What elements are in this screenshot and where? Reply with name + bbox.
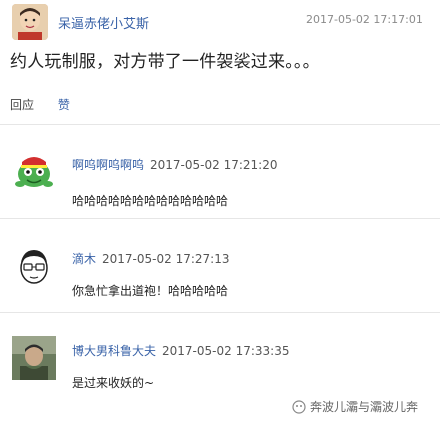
comment-item: 啊呜啊呜啊呜 2017-05-02 17:21:20 哈哈哈哈哈哈哈哈哈哈哈哈哈 bbox=[0, 140, 440, 210]
comment-timestamp: 2017-05-02 17:27:13 bbox=[102, 252, 230, 266]
comment-timestamp: 2017-05-02 17:33:35 bbox=[162, 344, 290, 358]
author-username[interactable]: 呆逼赤佬小艾斯 bbox=[58, 13, 149, 32]
comment-text: 哈哈哈哈哈哈哈哈哈哈哈哈哈 bbox=[72, 194, 229, 208]
commenter-username[interactable]: 滴木 bbox=[72, 252, 96, 266]
commenter-avatar[interactable] bbox=[12, 150, 56, 194]
post-content: 约人玩制服，对方带了一件袈裟过来。。。 bbox=[10, 52, 320, 72]
watermark: 奔波儿灞与灞波儿奔 bbox=[292, 398, 418, 415]
comment-header: 啊呜啊呜啊呜 2017-05-02 17:21:20 bbox=[72, 156, 277, 173]
comment-timestamp: 2017-05-02 17:21:20 bbox=[150, 158, 278, 172]
comment-item: 滴木 2017-05-02 17:27:13 你急忙拿出道袍！哈哈哈哈哈 bbox=[0, 230, 440, 310]
comment-header: 滴木 2017-05-02 17:27:13 bbox=[72, 250, 229, 267]
comment-text: 是过来收妖的~ bbox=[72, 376, 155, 390]
watermark-text: 奔波儿灞与灞波儿奔 bbox=[310, 400, 419, 414]
author-avatar-image bbox=[12, 4, 48, 40]
commenter-avatar[interactable] bbox=[12, 336, 56, 380]
comment-text: 你急忙拿出道袍！哈哈哈哈哈 bbox=[72, 284, 229, 298]
divider bbox=[0, 124, 440, 125]
divider bbox=[0, 218, 440, 219]
photo-avatar-icon bbox=[12, 336, 56, 380]
frog-avatar-icon bbox=[12, 150, 56, 194]
commenter-username[interactable]: 啊呜啊呜啊呜 bbox=[72, 158, 144, 172]
post-header: 呆逼赤佬小艾斯 2017-05-02 17:17:01 bbox=[0, 0, 440, 44]
post-timestamp: 2017-05-02 17:17:01 bbox=[306, 13, 423, 26]
like-button[interactable]: 赞 bbox=[58, 98, 70, 112]
commenter-username[interactable]: 博大男科鲁大夫 bbox=[72, 344, 156, 358]
author-avatar[interactable] bbox=[12, 4, 48, 40]
reply-button[interactable]: 回应 bbox=[10, 98, 34, 112]
cartoon-boy-avatar-icon bbox=[12, 244, 56, 288]
wechat-logo-icon bbox=[292, 399, 306, 414]
comment-item: 博大男科鲁大夫 2017-05-02 17:33:35 是过来收妖的~ bbox=[0, 326, 440, 396]
post-actions: 回应 赞 bbox=[10, 96, 90, 113]
commenter-avatar[interactable] bbox=[12, 244, 56, 288]
divider bbox=[0, 312, 440, 313]
comment-header: 博大男科鲁大夫 2017-05-02 17:33:35 bbox=[72, 342, 289, 359]
